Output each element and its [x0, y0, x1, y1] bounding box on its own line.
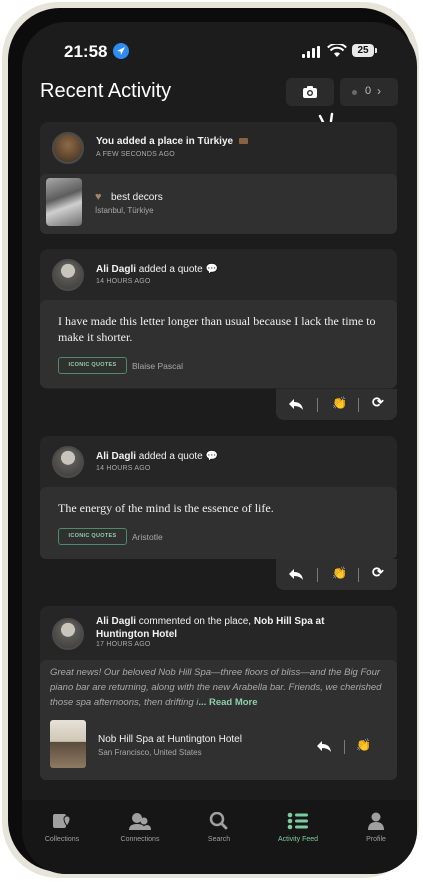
divider	[344, 740, 345, 754]
reply-icon[interactable]	[288, 567, 304, 581]
heart-icon: ♥	[95, 191, 102, 203]
tab-label: Search	[207, 836, 231, 843]
tab-label: Profile	[366, 836, 386, 843]
tab-search[interactable]: Search	[184, 812, 254, 843]
app-screen: 21:58 25 Recent Activity 0 › You added a…	[22, 22, 417, 874]
quote-author: Aristotle	[132, 532, 163, 542]
activity-feed-icon	[287, 812, 308, 830]
counter-value: 0	[365, 85, 372, 97]
activity-action: added a quote	[138, 451, 203, 462]
tab-connections[interactable]: Connections	[105, 812, 175, 843]
activity-action: added a quote	[138, 264, 203, 275]
activity-time: 14 HOURS AGO	[96, 465, 151, 472]
activity-card-quote[interactable]: Ali Dagli added a quote 💬 14 HOURS AGO I…	[40, 249, 397, 389]
clap-icon[interactable]: 👏	[332, 566, 347, 580]
activity-card-comment[interactable]: Ali Dagli commented on the place, Nob Hi…	[40, 606, 397, 780]
divider	[358, 568, 359, 582]
phone-bezel: 21:58 25 Recent Activity 0 › You added a…	[8, 8, 417, 874]
profile-icon	[368, 812, 384, 830]
speech-bubble-icon: 💬	[205, 451, 218, 462]
quote-box: I have made this letter longer than usua…	[40, 300, 397, 388]
avatar	[52, 618, 84, 650]
repost-icon[interactable]: ⟳	[372, 564, 384, 581]
quote-actions: 👏 ⟳	[276, 389, 397, 420]
activity-card-quote[interactable]: Ali Dagli added a quote 💬 14 HOURS AGO T…	[40, 436, 397, 559]
place-preview[interactable]: ♥ best decors İstanbul, Türkiye	[40, 174, 397, 234]
avatar	[52, 132, 84, 164]
search-icon	[209, 812, 228, 830]
collections-icon	[53, 814, 71, 828]
activity-time: 14 HOURS AGO	[96, 278, 151, 285]
reply-icon[interactable]	[316, 739, 332, 753]
place-name: best decors	[111, 192, 163, 203]
user-name: Ali Dagli	[96, 264, 137, 275]
activity-text: You added a place in Türkiye	[96, 136, 234, 147]
place-location: San Francisco, United States	[98, 748, 202, 757]
quote-text: I have made this letter longer than usua…	[58, 314, 376, 344]
status-time: 21:58	[64, 42, 108, 61]
user-name: Ali Dagli	[96, 451, 137, 462]
activity-card-place[interactable]: You added a place in Türkiye A FEW SECON…	[40, 122, 397, 234]
connections-icon	[129, 813, 151, 830]
activity-action: commented on the place,	[138, 616, 252, 627]
tab-label: Collections	[44, 836, 80, 843]
activity-time: 17 HOURS AGO	[96, 641, 151, 648]
divider	[317, 398, 318, 412]
battery-indicator: 25	[352, 44, 374, 57]
quote-actions: 👏 ⟳	[276, 559, 397, 590]
quote-author: Blaise Pascal	[132, 361, 184, 371]
quote-tag[interactable]: ICONIC QUOTES	[58, 357, 127, 374]
place-thumbnail	[50, 720, 86, 768]
camera-icon	[303, 86, 317, 98]
location-arrow-icon	[113, 43, 129, 59]
avatar	[52, 446, 84, 478]
tab-profile[interactable]: Profile	[341, 812, 411, 843]
tab-label: Activity Feed	[277, 836, 319, 843]
divider	[317, 568, 318, 582]
chevron-right-icon: ›	[377, 84, 381, 98]
speech-bubble-icon: 💬	[205, 264, 218, 275]
cellular-signal-icon	[302, 46, 320, 58]
activity-time: A FEW SECONDS AGO	[96, 151, 175, 158]
counter-button[interactable]: 0 ›	[340, 78, 398, 106]
briefcase-icon	[238, 138, 248, 144]
comment-box: Great news! Our beloved Nob Hill Spa—thr…	[40, 660, 397, 780]
tab-collections[interactable]: Collections	[27, 812, 97, 843]
reply-icon[interactable]	[288, 397, 304, 411]
bottom-tab-bar: Collections Connections Search Activity …	[22, 800, 417, 874]
wifi-icon	[327, 42, 347, 63]
place-name: Nob Hill Spa at Huntington Hotel	[98, 734, 242, 745]
repost-icon[interactable]: ⟳	[372, 394, 384, 411]
avatar	[52, 259, 84, 291]
read-more-link[interactable]: ... Read More	[198, 697, 257, 708]
tab-activity-feed[interactable]: Activity Feed	[263, 812, 333, 843]
quote-box: The energy of the mind is the essence of…	[40, 487, 397, 559]
page-title: Recent Activity	[40, 80, 172, 102]
battery-tip	[375, 48, 377, 53]
clap-icon[interactable]: 👏	[332, 396, 347, 410]
quote-text: The energy of the mind is the essence of…	[58, 501, 274, 515]
user-name: Ali Dagli	[96, 616, 137, 627]
clap-icon[interactable]: 👏	[356, 738, 371, 752]
tab-label: Connections	[120, 836, 160, 843]
place-location: İstanbul, Türkiye	[95, 206, 154, 215]
quote-tag[interactable]: ICONIC QUOTES	[58, 528, 127, 545]
phone-frame: 21:58 25 Recent Activity 0 › You added a…	[2, 2, 419, 878]
divider	[358, 398, 359, 412]
camera-button[interactable]	[286, 78, 334, 106]
dot-icon	[352, 90, 357, 95]
place-thumbnail	[46, 178, 82, 226]
